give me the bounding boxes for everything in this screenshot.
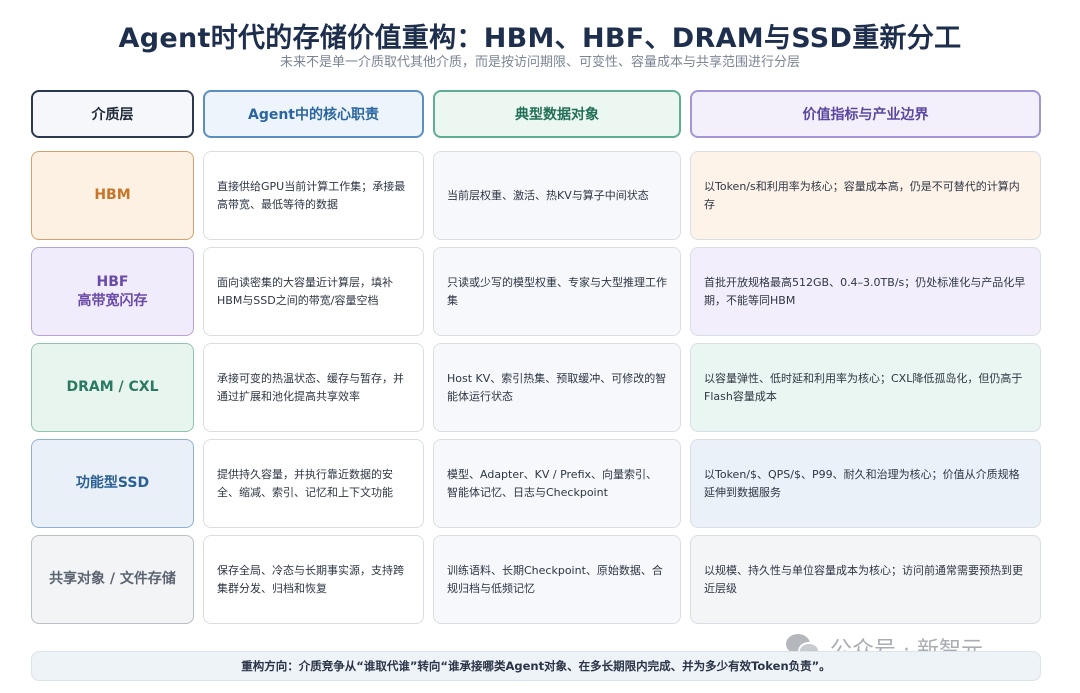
row-hbf-value: 首批开放规格最高512GB、0.4–3.0TB/s；仍处标准化与产品化早期，不能…	[690, 247, 1041, 336]
page-title: Agent时代的存储价值重构：HBM、HBF、DRAM与SSD重新分工	[118, 23, 962, 54]
row-ssd-duty: 提供持久容量，并执行靠近数据的安全、缩减、索引、记忆和上下文功能	[203, 439, 424, 528]
header-core-duty: Agent中的核心职责	[203, 90, 424, 138]
row-label-dram: DRAM / CXL	[31, 343, 194, 432]
row-shared-objects: 训练语料、长期Checkpoint、原始数据、合规归档与低频记忆	[433, 535, 681, 624]
row-dram-duty: 承接可变的热温状态、缓存与暂存，并通过扩展和池化提高共享效率	[203, 343, 424, 432]
row-hbf-objects: 只读或少写的模型权重、专家与大型推理工作集	[433, 247, 681, 336]
row-dram-objects: Host KV、索引热集、预取缓冲、可修改的智能体运行状态	[433, 343, 681, 432]
row-label-hbf: HBF 高带宽闪存	[31, 247, 194, 336]
row-dram-value: 以容量弹性、低时延和利用率为核心；CXL降低孤岛化，但仍高于Flash容量成本	[690, 343, 1041, 432]
row-label-hbm: HBM	[31, 151, 194, 240]
row-ssd-value: 以Token/$、QPS/$、P99、耐久和治理为核心；价值从介质规格延伸到数据…	[690, 439, 1041, 528]
row-label-shared: 共享对象 / 文件存储	[31, 535, 194, 624]
footer-note: 重构方向：介质竞争从“谁取代谁”转向“谁承接哪类Agent对象、在多长期限内完成…	[31, 651, 1041, 681]
header-medium-layer: 介质层	[31, 90, 194, 138]
row-ssd-objects: 模型、Adapter、KV / Prefix、向量索引、智能体记忆、日志与Che…	[433, 439, 681, 528]
row-hbm-objects: 当前层权重、激活、热KV与算子中间状态	[433, 151, 681, 240]
row-hbf-duty: 面向读密集的大容量近计算层，填补HBM与SSD之间的带宽/容量空档	[203, 247, 424, 336]
header-data-objects: 典型数据对象	[433, 90, 681, 138]
row-label-ssd: 功能型SSD	[31, 439, 194, 528]
row-label-hbf-line1: HBF	[96, 273, 129, 290]
row-shared-duty: 保存全局、冷态与长期事实源，支持跨集群分发、归档和恢复	[203, 535, 424, 624]
row-label-hbf-line2: 高带宽闪存	[77, 292, 148, 309]
row-hbm-value: 以Token/s和利用率为核心；容量成本高，仍是不可替代的计算内存	[690, 151, 1041, 240]
row-hbm-duty: 直接供给GPU当前计算工作集；承接最高带宽、最低等待的数据	[203, 151, 424, 240]
page-subtitle: 未来不是单一介质取代其他介质，而是按访问期限、可变性、容量成本与共享范围进行分层	[279, 55, 800, 70]
header-value-metrics: 价值指标与产业边界	[690, 90, 1041, 138]
row-shared-value: 以规模、持久性与单位容量成本为核心；访问前通常需要预热到更近层级	[690, 535, 1041, 624]
